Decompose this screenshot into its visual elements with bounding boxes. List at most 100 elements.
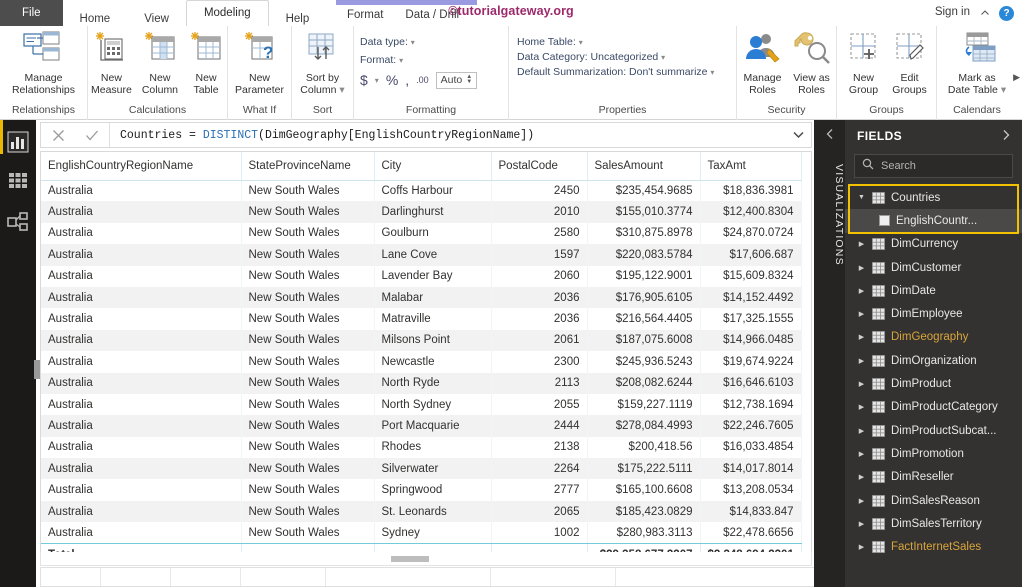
tab-file[interactable]: File — [0, 0, 63, 26]
cell-city[interactable]: St. Leonards — [374, 501, 491, 522]
cell-tax[interactable]: $13,208.0534 — [700, 479, 801, 500]
cell-sales[interactable]: $200,418.56 — [587, 437, 700, 458]
tab-data-drill[interactable]: Data / Drill — [394, 5, 470, 26]
cell-sales[interactable]: $235,454.9685 — [587, 180, 700, 201]
decimal-auto-stepper[interactable]: Auto ▲▼ — [436, 72, 478, 89]
cell-city[interactable]: Newcastle — [374, 351, 491, 372]
chevron-right-icon[interactable]: ▶ — [857, 427, 866, 435]
decimal-places-button[interactable]: .00 — [416, 75, 429, 85]
cell-postal[interactable]: 2138 — [491, 437, 587, 458]
table-row[interactable]: AustraliaNew South WalesSt. Leonards2065… — [41, 501, 801, 522]
new-group-button[interactable]: NewGroup — [841, 30, 887, 97]
chevron-right-icon[interactable]: ▶ — [857, 357, 866, 365]
cell-city[interactable]: Sydney — [374, 522, 491, 543]
chevron-right-icon[interactable]: ▶ — [857, 520, 866, 528]
cell-postal[interactable]: 2444 — [491, 415, 587, 436]
visualizations-pane-collapsed[interactable]: VISUALIZATIONS — [814, 120, 845, 587]
column-header-city[interactable]: City — [374, 152, 491, 180]
cell-sales[interactable]: $195,122.9001 — [587, 266, 700, 287]
cell-country[interactable]: Australia — [41, 394, 241, 415]
cell-sales[interactable]: $155,010.3774 — [587, 201, 700, 222]
data-grid[interactable]: EnglishCountryRegionName StateProvinceNa… — [40, 151, 812, 566]
mark-as-date-table-button[interactable]: Mark asDate Table ▾ — [943, 30, 1011, 97]
sidebar-item-data-view[interactable] — [0, 162, 36, 202]
chevron-right-icon[interactable]: ▶ — [857, 287, 866, 295]
cell-city[interactable]: Port Macquarie — [374, 415, 491, 436]
cell-country[interactable]: Australia — [41, 201, 241, 222]
table-row[interactable]: AustraliaNew South WalesMalabar2036$176,… — [41, 287, 801, 308]
cell-state[interactable]: New South Wales — [241, 201, 374, 222]
cell-city[interactable]: Springwood — [374, 479, 491, 500]
cell-sales[interactable]: $220,083.5784 — [587, 244, 700, 265]
new-table-button[interactable]: NewTable — [183, 30, 229, 97]
table-row[interactable]: AustraliaNew South WalesNorth Ryde2113$2… — [41, 373, 801, 394]
cell-tax[interactable]: $12,400.8304 — [700, 201, 801, 222]
cell-tax[interactable]: $14,966.0485 — [700, 330, 801, 351]
currency-format-button[interactable]: $ — [360, 72, 368, 88]
cell-state[interactable]: New South Wales — [241, 266, 374, 287]
cell-city[interactable]: Silverwater — [374, 458, 491, 479]
field-item-table[interactable]: ▼Countries — [845, 186, 1022, 209]
cell-tax[interactable]: $16,033.4854 — [700, 437, 801, 458]
cell-state[interactable]: New South Wales — [241, 308, 374, 329]
field-item-table[interactable]: ▶DimDate — [845, 279, 1022, 302]
field-item-column[interactable]: EnglishCountr... — [845, 209, 1022, 232]
table-row[interactable]: AustraliaNew South WalesNorth Sydney2055… — [41, 394, 801, 415]
cell-postal[interactable]: 2264 — [491, 458, 587, 479]
format-dropdown[interactable]: Format: ▾ — [360, 52, 477, 68]
cell-state[interactable]: New South Wales — [241, 351, 374, 372]
new-column-button[interactable]: NewColumn — [137, 30, 183, 97]
formula-expand-button[interactable] — [785, 123, 811, 147]
field-item-table[interactable]: ▶DimProductSubcat... — [845, 419, 1022, 442]
cell-tax[interactable]: $14,152.4492 — [700, 287, 801, 308]
field-item-table[interactable]: ▶DimSalesTerritory — [845, 512, 1022, 535]
chevron-right-icon[interactable]: ▶ — [857, 403, 866, 411]
cell-tax[interactable]: $12,738.1694 — [700, 394, 801, 415]
cell-sales[interactable]: $216,564.4405 — [587, 308, 700, 329]
chevron-right-icon[interactable]: ▶ — [857, 264, 866, 272]
cell-city[interactable]: Milsons Point — [374, 330, 491, 351]
table-row[interactable]: AustraliaNew South WalesCoffs Harbour245… — [41, 180, 801, 201]
table-row[interactable]: AustraliaNew South WalesSilverwater2264$… — [41, 458, 801, 479]
cell-tax[interactable]: $18,836.3981 — [700, 180, 801, 201]
table-row[interactable]: AustraliaNew South WalesMatraville2036$2… — [41, 308, 801, 329]
tab-format[interactable]: Format — [336, 5, 394, 26]
field-item-table[interactable]: ▶DimOrganization — [845, 349, 1022, 372]
new-parameter-button[interactable]: ? NewParameter — [230, 30, 289, 97]
cell-state[interactable]: New South Wales — [241, 244, 374, 265]
cell-country[interactable]: Australia — [41, 223, 241, 244]
cell-country[interactable]: Australia — [41, 501, 241, 522]
cell-postal[interactable]: 2450 — [491, 180, 587, 201]
cell-tax[interactable]: $22,246.7605 — [700, 415, 801, 436]
cell-country[interactable]: Australia — [41, 479, 241, 500]
cell-state[interactable]: New South Wales — [241, 180, 374, 201]
cell-postal[interactable]: 1002 — [491, 522, 587, 543]
field-item-table[interactable]: ▶DimReseller — [845, 466, 1022, 489]
cell-postal[interactable]: 2060 — [491, 266, 587, 287]
cell-tax[interactable]: $14,833.847 — [700, 501, 801, 522]
chevron-right-icon[interactable]: ▶ — [857, 543, 866, 551]
cell-state[interactable]: New South Wales — [241, 501, 374, 522]
cell-postal[interactable]: 2300 — [491, 351, 587, 372]
chevron-right-icon[interactable]: ▶ — [857, 450, 866, 458]
cell-city[interactable]: Darlinghurst — [374, 201, 491, 222]
chevron-right-icon[interactable]: ▶ — [857, 497, 866, 505]
cell-country[interactable]: Australia — [41, 351, 241, 372]
cell-state[interactable]: New South Wales — [241, 522, 374, 543]
field-item-table[interactable]: ▶FactInternetSales — [845, 535, 1022, 558]
table-row[interactable]: AustraliaNew South WalesPort Macquarie24… — [41, 415, 801, 436]
cell-country[interactable]: Australia — [41, 308, 241, 329]
cell-sales[interactable]: $187,075.6008 — [587, 330, 700, 351]
table-row[interactable]: AustraliaNew South WalesGoulburn2580$310… — [41, 223, 801, 244]
field-item-table[interactable]: ▶DimPromotion — [845, 442, 1022, 465]
sign-in-button[interactable]: Sign in — [935, 6, 970, 18]
data-type-dropdown[interactable]: Data type: ▾ — [360, 34, 477, 50]
row-resize-handle[interactable] — [34, 360, 40, 379]
cell-country[interactable]: Australia — [41, 458, 241, 479]
tab-modeling[interactable]: Modeling — [186, 0, 269, 26]
cell-state[interactable]: New South Wales — [241, 415, 374, 436]
cell-tax[interactable]: $22,478.6656 — [700, 522, 801, 543]
cell-city[interactable]: Matraville — [374, 308, 491, 329]
thousands-separator-button[interactable]: , — [405, 72, 409, 88]
cell-country[interactable]: Australia — [41, 244, 241, 265]
